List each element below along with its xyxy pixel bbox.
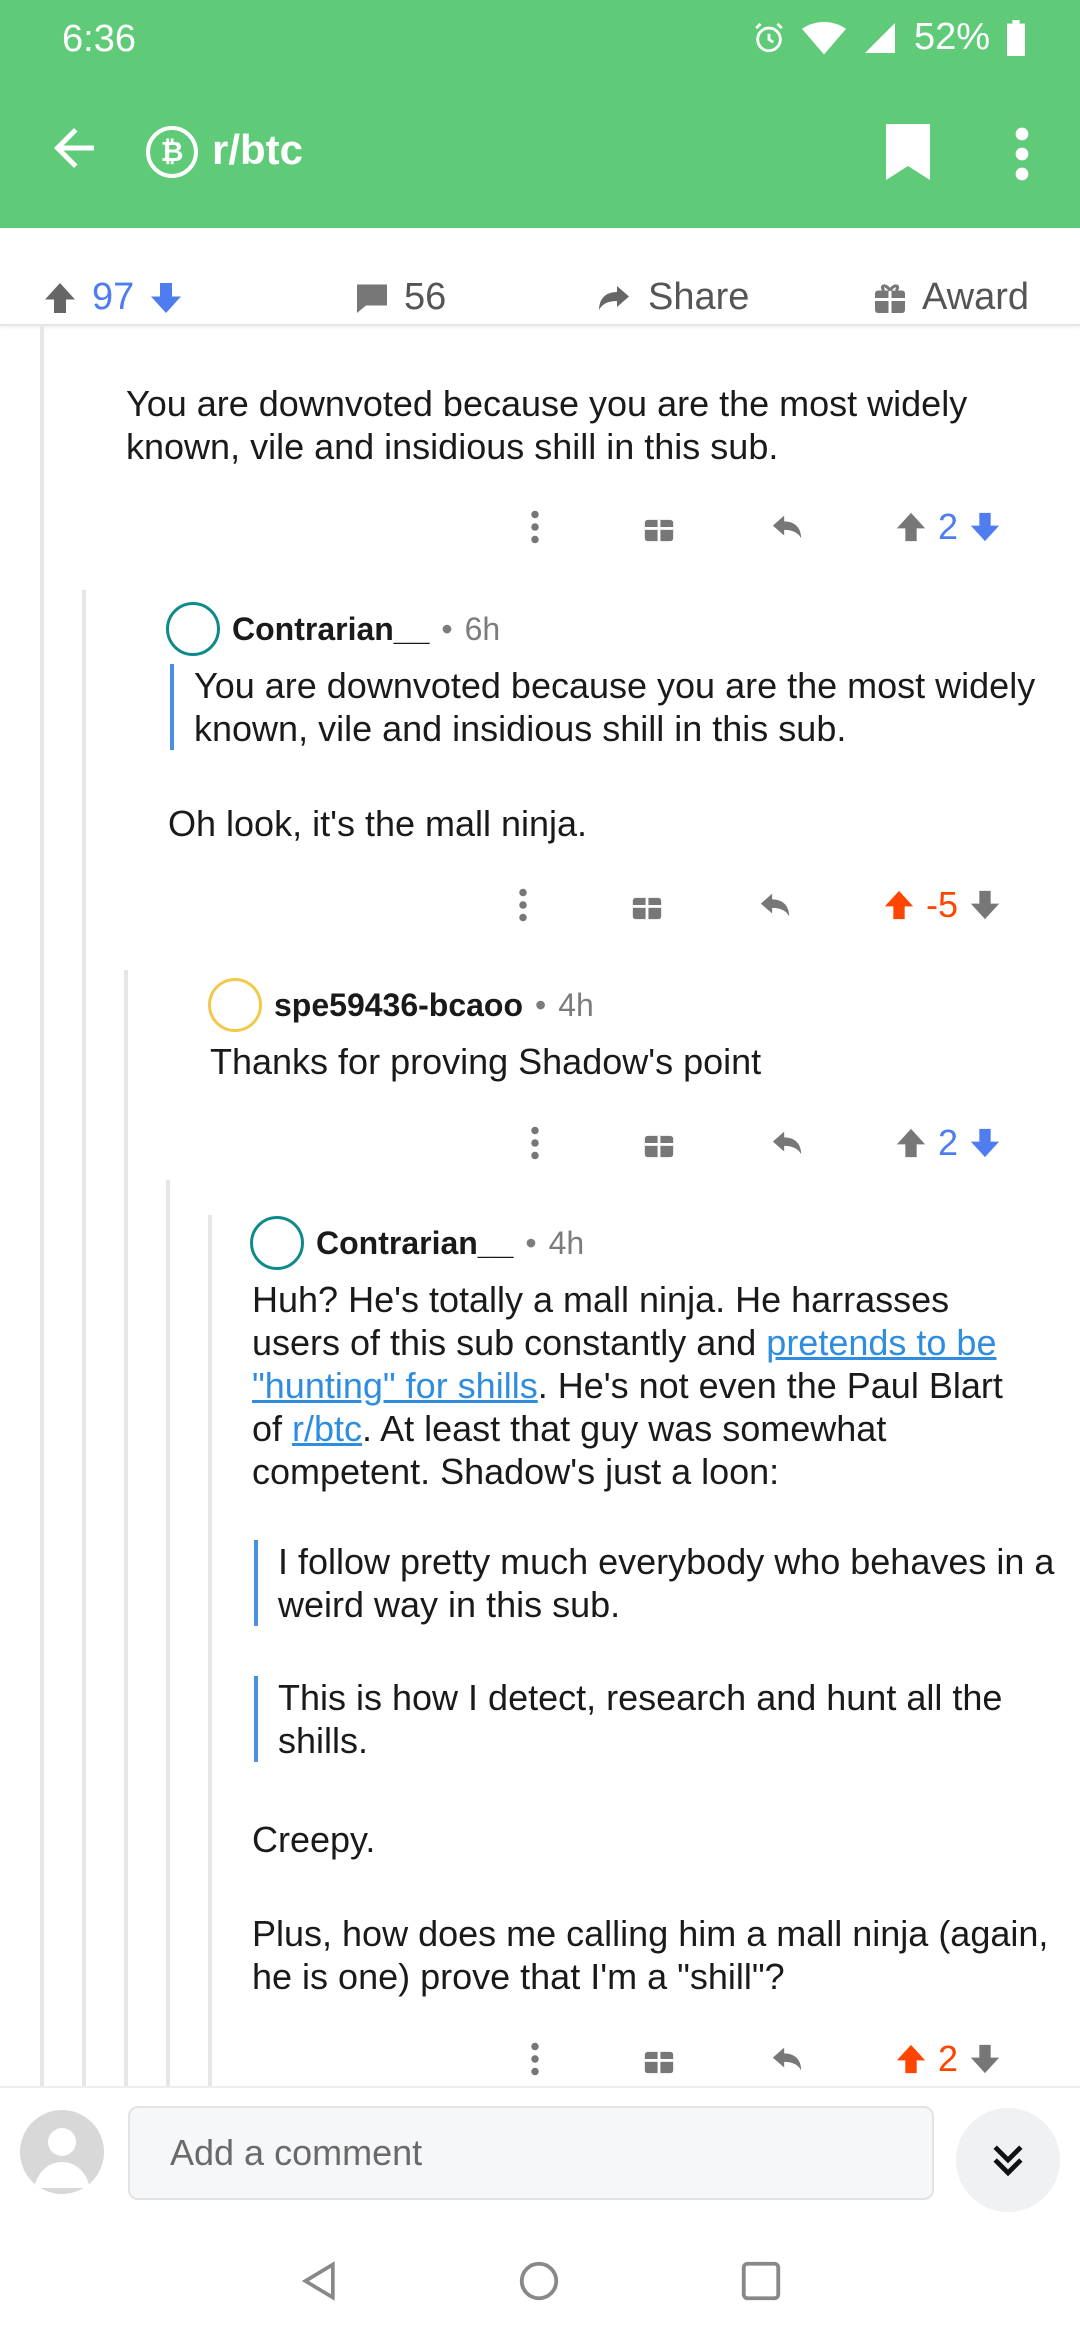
post-comments-button[interactable]: 56: [354, 276, 446, 319]
more-vert-icon[interactable]: [530, 1118, 540, 1168]
gift-icon[interactable]: [630, 880, 664, 930]
more-vert-icon[interactable]: [518, 880, 528, 930]
comment-vote-group: 2: [894, 2034, 1002, 2084]
share-label: Share: [648, 276, 750, 318]
post-share-button[interactable]: Share: [594, 276, 749, 319]
post-vote-group: 97: [42, 276, 184, 319]
nav-home-icon[interactable]: [516, 2258, 562, 2304]
app-header: 6:36 52% ₿ r/btc: [0, 0, 1080, 228]
system-nav-bar: [0, 2216, 1080, 2340]
chevron-double-down-icon: [993, 2145, 1023, 2177]
comment-body: You are downvoted because you are the mo…: [126, 383, 968, 467]
wifi-icon: [801, 21, 846, 54]
battery-percent: 52%: [913, 16, 990, 58]
comment-action-bar: 2: [520, 2034, 1050, 2084]
comment-vote-group: 2: [894, 502, 1002, 552]
post-award-button[interactable]: Award: [872, 276, 1029, 319]
comment-score: -5: [926, 884, 959, 925]
back-arrow-icon[interactable]: [44, 118, 104, 178]
award-label: Award: [922, 276, 1030, 318]
comment-action-bar: -5: [510, 880, 1050, 930]
author-name[interactable]: Contrarian__: [316, 1225, 513, 1262]
comment-input[interactable]: Add a comment: [128, 2106, 934, 2200]
author-name[interactable]: spe59436-bcaoo: [274, 987, 523, 1024]
comment-body: Thanks for proving Shadow's point: [210, 1041, 762, 1082]
downvote-icon[interactable]: [968, 888, 1002, 922]
nav-back-icon[interactable]: [298, 2258, 342, 2304]
nav-recents-icon[interactable]: [738, 2258, 784, 2304]
upvote-icon[interactable]: [42, 280, 78, 316]
downvote-icon[interactable]: [968, 2042, 1002, 2076]
reply-icon[interactable]: [768, 1118, 806, 1168]
downvote-icon[interactable]: [968, 510, 1002, 544]
post-action-bar: 97 56 Share Award: [0, 228, 1080, 326]
comment-action-bar: 2: [520, 1118, 1050, 1168]
comment-paragraph: Creepy.: [252, 1819, 376, 1860]
author-name[interactable]: Contrarian__: [232, 611, 429, 648]
avatar[interactable]: [166, 602, 220, 656]
status-time: 6:36: [62, 18, 136, 60]
thread-line: [40, 326, 44, 2086]
avatar[interactable]: [208, 978, 262, 1032]
upvote-icon[interactable]: [894, 510, 928, 544]
thread-line: [124, 970, 128, 2086]
more-vert-icon[interactable]: [530, 2034, 540, 2084]
bitcoin-icon: ₿: [146, 126, 198, 178]
subreddit-title[interactable]: r/btc: [212, 126, 303, 174]
comment-composer-bar: Add a comment: [0, 2086, 1080, 2216]
collapse-thread-button[interactable]: [956, 2108, 1060, 2212]
comment-vote-group: -5: [882, 880, 1002, 930]
comment-icon: [357, 284, 387, 313]
comment-vote-group: 2: [894, 1118, 1002, 1168]
gift-icon[interactable]: [642, 2034, 676, 2084]
comment-action-bar: 2: [520, 502, 1050, 552]
share-icon: [599, 285, 629, 310]
post-score: 97: [92, 276, 135, 318]
comment-body: Oh look, it's the mall ninja.: [168, 803, 588, 844]
comment-score: 2: [938, 1122, 959, 1163]
downvote-icon[interactable]: [968, 1126, 1002, 1160]
upvote-icon[interactable]: [894, 1126, 928, 1160]
comment-quote: This is how I detect, research and hunt …: [254, 1676, 1064, 1762]
battery-icon: [1007, 19, 1025, 56]
comment-paragraph: Plus, how does me calling him a mall nin…: [252, 1913, 1049, 1997]
comment-time: 6h: [464, 610, 501, 647]
signal-icon: [864, 22, 895, 53]
reply-icon[interactable]: [768, 2034, 806, 2084]
link-subreddit[interactable]: r/btc: [292, 1408, 362, 1449]
thread-line: [208, 1215, 212, 2086]
comment-score: 2: [938, 2038, 959, 2079]
upvote-icon[interactable]: [894, 2042, 928, 2076]
more-vert-icon[interactable]: [530, 502, 540, 552]
comment-author-row: Contrarian__ • 6h: [166, 602, 500, 656]
status-icons: 52%: [752, 16, 1026, 59]
comment-score: 2: [938, 506, 959, 547]
more-vert-icon[interactable]: [1010, 126, 1034, 182]
comment-author-row: Contrarian__ • 4h: [250, 1216, 584, 1270]
upvote-icon[interactable]: [882, 888, 916, 922]
comment-time: 4h: [548, 1224, 585, 1261]
avatar[interactable]: [250, 1216, 304, 1270]
gift-icon[interactable]: [642, 1118, 676, 1168]
award-icon: [875, 284, 905, 313]
comment-time: 4h: [558, 986, 594, 1023]
bookmark-icon[interactable]: [886, 124, 930, 180]
user-avatar[interactable]: [20, 2110, 104, 2194]
post-comment-count: 56: [404, 276, 447, 318]
gift-icon[interactable]: [642, 502, 676, 552]
thread-line: [82, 590, 86, 2086]
alarm-icon: [755, 22, 783, 52]
comment-quote: You are downvoted because you are the mo…: [170, 664, 1070, 750]
reply-icon[interactable]: [756, 880, 794, 930]
comment-author-row: spe59436-bcaoo • 4h: [208, 978, 594, 1032]
reply-icon[interactable]: [768, 502, 806, 552]
comment-quote: I follow pretty much everybody who behav…: [254, 1540, 1064, 1626]
thread-line: [166, 1180, 170, 2086]
downvote-icon[interactable]: [148, 280, 184, 316]
comment-body: Huh? He's totally a mall ninja. He harra…: [252, 1279, 1003, 1492]
